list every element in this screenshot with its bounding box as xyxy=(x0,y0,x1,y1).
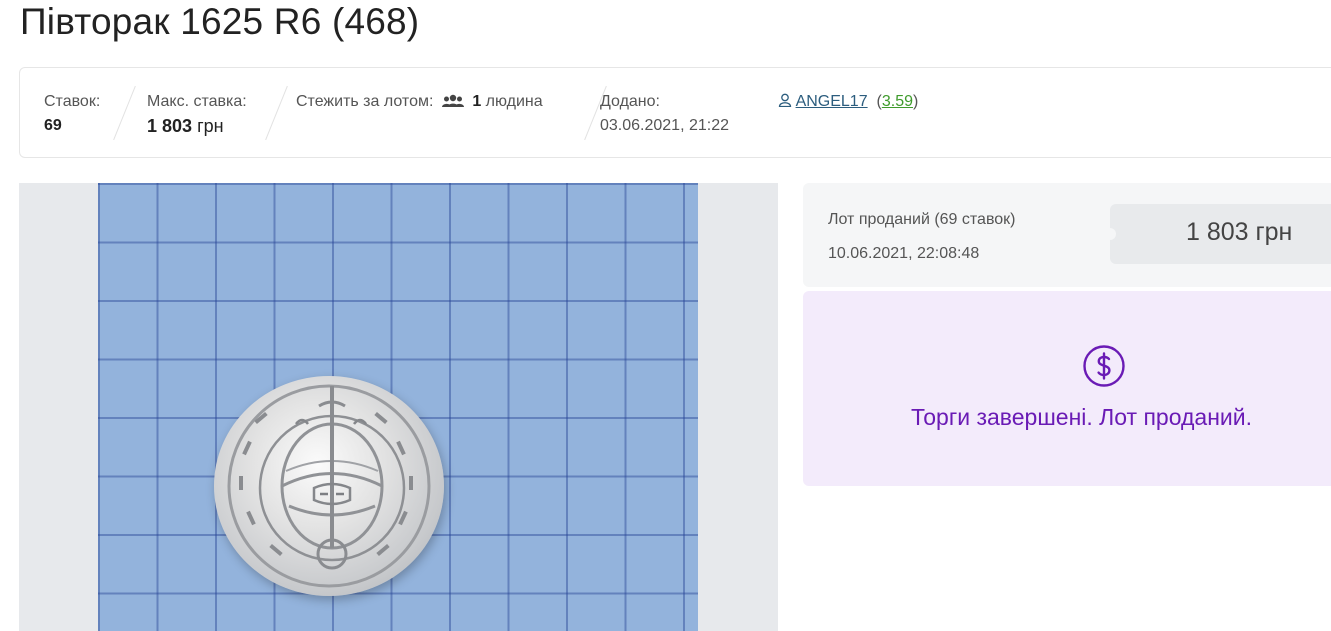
max-bid-stat: Макс. ставка: 1 803 грн xyxy=(147,90,247,138)
lot-status-card: Лот проданий (69 ставок) 10.06.2021, 22:… xyxy=(803,183,1331,287)
max-bid-label: Макс. ставка: xyxy=(147,93,247,110)
sold-time: 10.06.2021, 22:08:48 xyxy=(828,245,980,262)
added-value: 03.06.2021, 21:22 xyxy=(600,117,730,134)
added-label: Додано: xyxy=(600,93,660,110)
watch-count: 1 xyxy=(472,93,482,110)
seller-rating-link[interactable]: 3.59 xyxy=(882,93,913,110)
divider xyxy=(265,85,288,141)
max-bid-amount: 1 803 xyxy=(147,116,193,136)
bids-label: Ставок: xyxy=(44,93,101,110)
lot-status-text: Лот проданий (69 ставок) 10.06.2021, 22:… xyxy=(828,203,1015,271)
seller-info: ANGEL17 (3.59) xyxy=(778,90,918,114)
bids-stat: Ставок: 69 xyxy=(44,90,100,138)
lot-stats-panel: Ставок: 69 Макс. ставка: 1 803 грн Стежи… xyxy=(19,67,1331,158)
coin-image xyxy=(214,376,444,596)
bids-value: 69 xyxy=(44,117,62,134)
auction-closed-card: Торги завершені. Лот проданий. xyxy=(803,291,1331,486)
user-icon xyxy=(778,93,796,110)
auction-closed-message: Торги завершені. Лот проданий. xyxy=(911,404,1253,430)
dollar-circle-icon xyxy=(1082,344,1126,393)
sold-label: Лот проданий (69 ставок) xyxy=(828,211,1016,228)
watch-unit: людина xyxy=(485,93,543,110)
divider xyxy=(113,85,136,141)
watch-label: Стежить за лотом: xyxy=(296,93,434,110)
page-title: Півторак 1625 R6 (468) xyxy=(20,1,420,42)
seller-rating: (3.59) xyxy=(872,93,919,110)
watchers-stat: Стежить за лотом: 1 людина xyxy=(296,90,543,116)
final-price-tag: 1 803 грн xyxy=(1104,204,1331,264)
max-bid-currency: грн xyxy=(197,116,224,136)
lot-photo[interactable] xyxy=(19,183,778,631)
final-price: 1 803 грн xyxy=(1186,218,1293,246)
people-icon xyxy=(441,92,464,116)
added-stat: Додано: 03.06.2021, 21:22 xyxy=(600,90,729,138)
seller-name-link[interactable]: ANGEL17 xyxy=(796,93,868,110)
